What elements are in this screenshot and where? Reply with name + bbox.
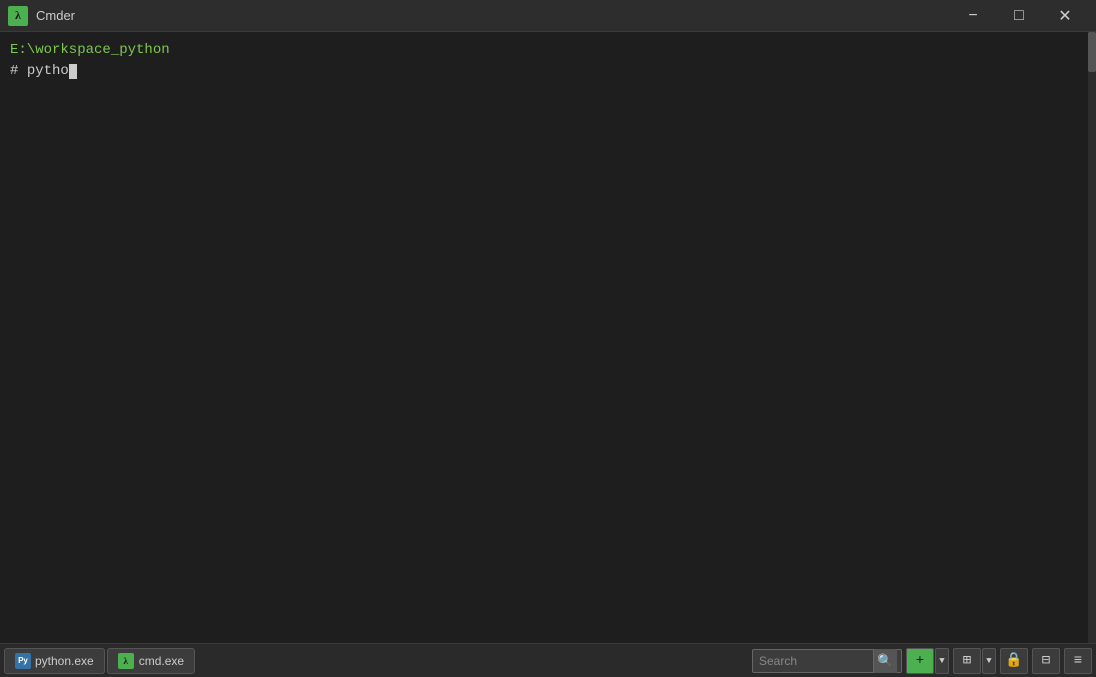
cmd-tab-label: cmd.exe <box>139 654 184 668</box>
lock-icon: 🔒 <box>1005 652 1022 669</box>
monitor-icon: ⊞ <box>963 652 971 669</box>
terminal-command-text: pytho <box>27 63 69 79</box>
lock-button[interactable]: 🔒 <box>1000 648 1028 674</box>
chevron-down-icon-2: ▼ <box>986 656 991 666</box>
minimize-button[interactable]: − <box>950 0 996 32</box>
terminal-path: E:\workspace_python <box>10 42 170 58</box>
terminal-path-line: E:\workspace_python <box>10 40 1086 61</box>
layout-icon: ⊟ <box>1042 652 1050 669</box>
terminal-cursor <box>69 64 77 79</box>
add-tab-group: + ▼ <box>904 648 949 674</box>
terminal-prompt-line: # pytho <box>10 61 1086 82</box>
taskbar: Py python.exe λ cmd.exe 🔍 + ▼ ⊞ ▼ 🔒 <box>0 643 1096 677</box>
search-input[interactable] <box>753 654 873 668</box>
chevron-down-icon: ▼ <box>939 656 944 666</box>
monitor-group: ⊞ ▼ <box>951 648 996 674</box>
taskbar-tab-cmd[interactable]: λ cmd.exe <box>107 648 195 674</box>
window-controls: − □ ✕ <box>950 0 1088 32</box>
taskbar-tab-python[interactable]: Py python.exe <box>4 648 105 674</box>
monitor-button[interactable]: ⊞ <box>953 648 981 674</box>
terminal-area[interactable]: E:\workspace_python # pytho <box>0 32 1096 643</box>
menu-button[interactable]: ≡ <box>1064 648 1092 674</box>
python-tab-label: python.exe <box>35 654 94 668</box>
title-bar: λ Cmder − □ ✕ <box>0 0 1096 32</box>
cmd-tab-icon: λ <box>118 653 134 669</box>
restore-button[interactable]: □ <box>996 0 1042 32</box>
window-title: Cmder <box>36 8 950 23</box>
hamburger-icon: ≡ <box>1074 653 1082 669</box>
monitor-dropdown[interactable]: ▼ <box>982 648 996 674</box>
terminal-scrollbar-thumb[interactable] <box>1088 32 1096 72</box>
layout-button[interactable]: ⊟ <box>1032 648 1060 674</box>
close-button[interactable]: ✕ <box>1042 0 1088 32</box>
add-icon: + <box>916 653 924 669</box>
app-icon: λ <box>8 6 28 26</box>
tab-python-content: Py python.exe <box>15 653 94 669</box>
search-button[interactable]: 🔍 <box>873 649 897 673</box>
terminal-prompt-symbol: # <box>10 63 18 79</box>
add-tab-button[interactable]: + <box>906 648 934 674</box>
terminal-scrollbar[interactable] <box>1088 32 1096 643</box>
add-tab-dropdown[interactable]: ▼ <box>935 648 949 674</box>
taskbar-search-box[interactable]: 🔍 <box>752 649 902 673</box>
python-tab-icon: Py <box>15 653 31 669</box>
